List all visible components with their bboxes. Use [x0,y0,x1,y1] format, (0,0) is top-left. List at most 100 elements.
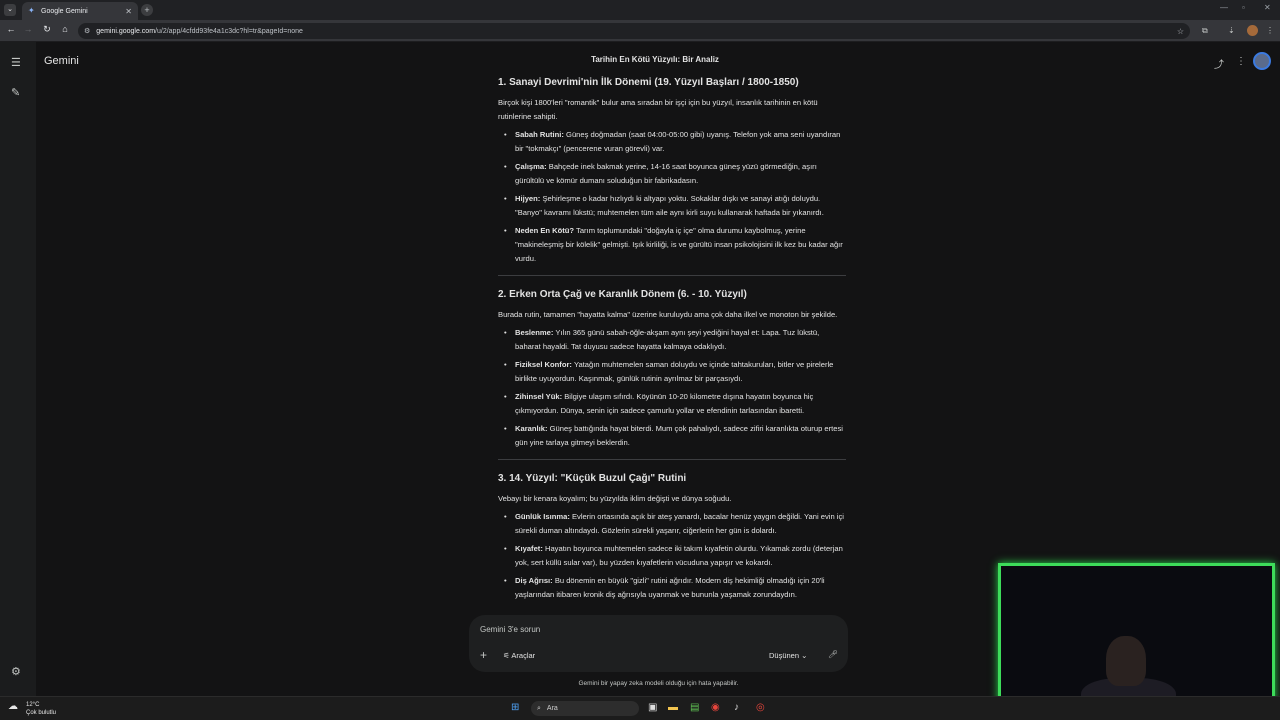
minimize-icon[interactable]: — [1220,3,1228,12]
share-icon[interactable]: ⤴ [1214,56,1224,71]
section-intro: Vebayı bir kenara koyalım; bu yüzyılda i… [498,494,732,503]
new-chat-icon[interactable]: ✎ [11,86,20,99]
cloud-icon: ☁ [8,701,18,712]
list-item: Hijyen: Şehirleşme o kadar hızlıydı ki a… [504,192,846,220]
browser-tab[interactable]: ✦ Google Gemini ✕ [22,2,138,20]
list-item: Çalışma: Bahçede inek bakmak yerine, 14-… [504,160,846,188]
site-info-icon[interactable]: ⚙ [84,27,90,35]
section-divider [498,275,846,276]
prompt-composer[interactable]: Gemini 3'e sorun + ⚟ Araçlar Düşünen ⌄ 🎤… [469,615,848,672]
list-item: Sabah Rutini: Güneş doğmadan (saat 04:00… [504,128,846,156]
recording-app-icon[interactable]: ◎ [756,702,765,713]
item-label: Fiziksel Konfor: [515,360,572,369]
home-icon[interactable]: ⌂ [59,24,71,34]
reload-icon[interactable]: ↻ [41,24,53,35]
section-heading: 1. Sanayi Devrimi'nin İlk Dönemi (19. Yü… [498,77,799,88]
item-label: Hijyen: [515,194,541,203]
search-icon: ⌕ [537,704,541,712]
file-explorer-icon[interactable]: ▬ [668,702,678,713]
item-text: Bu dönemin en büyük "gizli" rutini ağrıd… [515,576,825,599]
list-item: Neden En Kötü? Tarım toplumundaki "doğay… [504,224,846,266]
downloads-icon[interactable]: ⇣ [1228,26,1235,35]
forward-icon[interactable]: → [22,24,34,34]
os-taskbar: ☁ 12°C Çok bulutlu ⊞ ⌕ Ara ▣ ▬ ▤ ◉ ♪ ◎ [0,696,1280,720]
bookmark-star-icon[interactable]: ☆ [1177,27,1184,36]
disclaimer-text: Gemini bir yapay zeka modeli olduğu için… [578,680,739,687]
section-heading: 2. Erken Orta Çağ ve Karanlık Dönem (6. … [498,289,747,300]
item-label: Kıyafet: [515,544,543,553]
item-text: Şehirleşme o kadar hızlıydı ki altyapı y… [515,194,824,217]
microphone-app-icon[interactable]: ♪ [734,702,739,713]
address-bar[interactable]: ⚙ gemini.google.com /u/2/app/4cfdd93fe4a… [78,23,1190,39]
spreadsheet-app-icon[interactable]: ▤ [690,702,699,713]
item-text: Hayatın boyunca muhtemelen sadece iki ta… [515,544,843,567]
bullet-list: Beslenme: Yılın 365 günü sabah-öğle-akşa… [498,326,846,450]
microphone-icon[interactable]: 🎤︎ [828,650,838,659]
chevron-down-icon: ⌄ [799,651,808,660]
item-label: Zihinsel Yük: [515,392,563,401]
more-options-icon[interactable]: ⋮ [1236,56,1246,67]
tab-close-icon[interactable]: ✕ [125,7,132,16]
item-label: Çalışma: [515,162,547,171]
model-mode-dropdown[interactable]: Düşünen ⌄ [769,651,807,660]
section-heading: 3. 14. Yüzyıl: "Küçük Buzul Çağı" Rutini [498,473,687,484]
account-avatar[interactable] [1253,52,1271,70]
browser-toolbar: ← → ↻ ⌂ ⚙ gemini.google.com /u/2/app/4cf… [0,20,1280,42]
item-text: Güneş doğmadan (saat 04:00-05:00 gibi) u… [515,130,841,153]
close-window-icon[interactable]: ✕ [1264,3,1271,12]
item-label: Diş Ağrısı: [515,576,553,585]
new-tab-icon[interactable]: + [141,4,153,16]
gemini-favicon-icon: ✦ [28,6,35,15]
profile-avatar[interactable] [1247,25,1258,36]
item-text: Bahçede inek bakmak yerine, 14-16 saat b… [515,162,817,185]
menu-icon[interactable]: ☰ [11,56,21,69]
item-label: Sabah Rutini: [515,130,564,139]
section-divider [498,459,846,460]
section-intro: Burada rutin, tamamen "hayatta kalma" üz… [498,310,838,319]
add-attachment-icon[interactable]: + [480,648,487,662]
item-text: Yılın 365 günü sabah-öğle-akşam aynı şey… [515,328,820,351]
task-view-icon[interactable]: ▣ [648,702,657,713]
item-text: Güneş battığında hayat biterdi. Mum çok … [515,424,843,447]
back-icon[interactable]: ← [5,24,17,34]
list-item: Fiziksel Konfor: Yatağın muhtemelen sama… [504,358,846,386]
browser-menu-icon[interactable]: ⋮ [1266,26,1274,35]
url-path: /u/2/app/4cfdd93fe4a1c3dc?hl=tr&pageId=n… [155,27,303,35]
item-label: Neden En Kötü? [515,226,575,235]
item-label: Karanlık: [515,424,548,433]
list-item: Diş Ağrısı: Bu dönemin en büyük "gizli" … [504,574,846,602]
list-item: Kıyafet: Hayatın boyunca muhtemelen sade… [504,542,846,570]
url-host: gemini.google.com [96,27,156,35]
app-brand[interactable]: Gemini [44,55,79,67]
side-rail: ☰ ✎ ⚙ [0,42,36,696]
taskbar-search-placeholder: Ara [546,705,558,712]
tools-label: Araçlar [511,651,536,660]
taskbar-search[interactable]: ⌕ Ara [531,701,639,716]
browser-tab-strip: ⌄ ✦ Google Gemini ✕ + — ▫ ✕ [0,0,1280,20]
list-item: Karanlık: Güneş battığında hayat biterdi… [504,422,846,450]
list-item: Günlük Isınma: Evlerin ortasında açık bi… [504,510,846,538]
bullet-list: Günlük Isınma: Evlerin ortasında açık bi… [498,510,846,602]
tab-search-icon[interactable]: ⌄ [4,4,16,16]
list-item: Zihinsel Yük: Bilgiye ulaşım sıfırdı. Kö… [504,390,846,418]
response-content: 1. Sanayi Devrimi'nin İlk Dönemi (19. Yü… [498,72,846,610]
section-intro: Birçok kişi 1800'leri "romantik" bulur a… [498,98,818,121]
settings-gear-icon[interactable]: ⚙ [11,665,21,678]
tools-button[interactable]: ⚟ Araçlar [503,651,535,660]
list-item: Beslenme: Yılın 365 günü sabah-öğle-akşa… [504,326,846,354]
tab-title: Google Gemini [41,7,88,15]
prompt-input[interactable]: Gemini 3'e sorun [480,625,540,634]
windows-start-icon[interactable]: ⊞ [511,702,519,713]
webcam-overlay [998,563,1275,712]
extensions-icon[interactable]: ⧉ [1202,26,1208,36]
mode-label: Düşünen [769,651,800,660]
weather-temperature: 12°C [26,702,40,708]
item-label: Beslenme: [515,328,554,337]
bullet-list: Sabah Rutini: Güneş doğmadan (saat 04:00… [498,128,846,266]
weather-condition: Çok bulutlu [26,710,57,716]
maximize-icon[interactable]: ▫ [1242,3,1245,12]
chrome-icon[interactable]: ◉ [711,702,720,713]
webcam-person-head [1106,636,1146,686]
item-label: Günlük Isınma: [515,512,570,521]
conversation-title: Tarihin En Kötü Yüzyılı: Bir Analiz [591,55,719,64]
